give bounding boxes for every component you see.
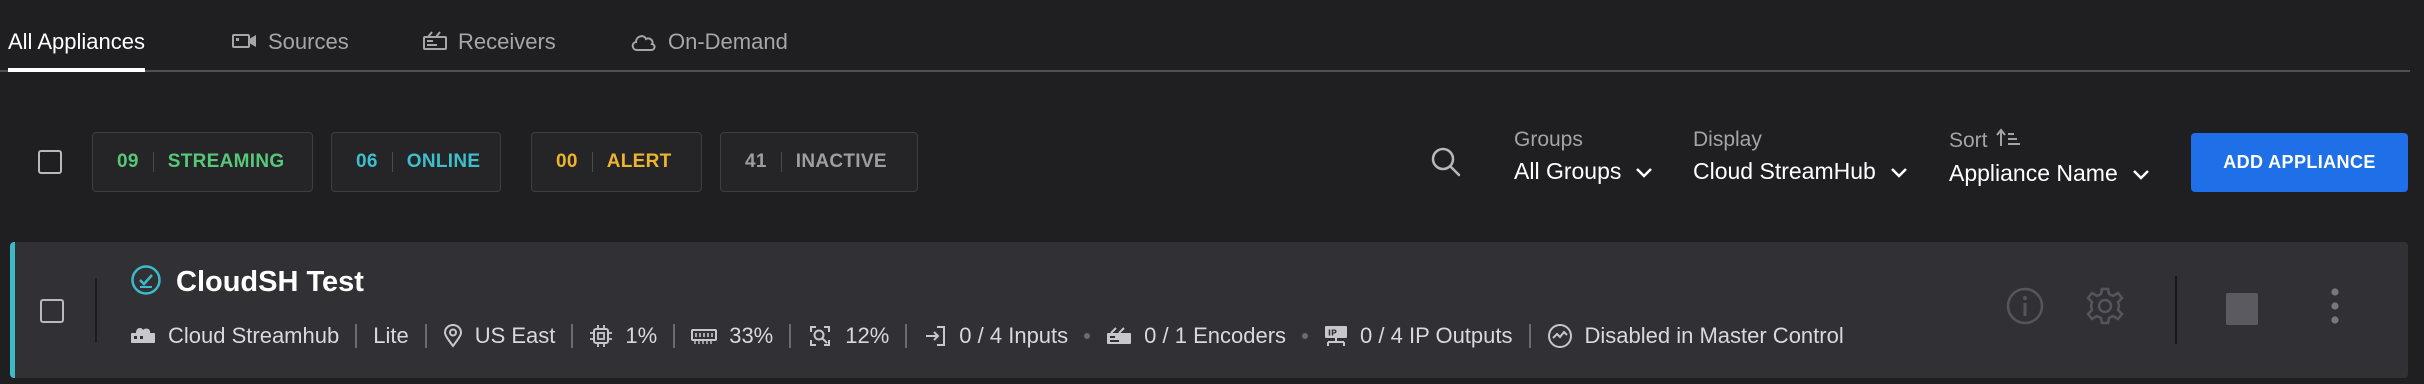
inputs-count: 0 / 4 Inputs bbox=[959, 323, 1069, 348]
divider bbox=[2175, 276, 2177, 344]
separator bbox=[424, 324, 427, 348]
separator bbox=[789, 324, 792, 348]
chip-count: 06 bbox=[356, 151, 378, 172]
separator bbox=[1528, 324, 1531, 348]
cpu-icon bbox=[589, 324, 613, 348]
ip-outputs-count: 0 / 4 IP Outputs bbox=[1360, 323, 1513, 348]
appliance-name[interactable]: CloudSH Test bbox=[176, 266, 364, 299]
cpu-usage: 1% bbox=[625, 323, 658, 348]
streamhub-icon bbox=[130, 326, 156, 346]
groups-dropdown[interactable]: Groups All Groups bbox=[1514, 128, 1653, 185]
display-dropdown[interactable]: Display Cloud StreamHub bbox=[1693, 128, 1908, 185]
chevron-down-icon bbox=[2132, 160, 2150, 187]
tab-label: All Appliances bbox=[8, 29, 145, 54]
display-value: Cloud StreamHub bbox=[1693, 158, 1876, 184]
separator bbox=[673, 324, 676, 348]
chip-count: 09 bbox=[117, 151, 139, 172]
receivers-icon bbox=[422, 31, 448, 53]
info-icon[interactable] bbox=[2005, 286, 2045, 331]
encoder-icon bbox=[1106, 326, 1132, 346]
tab-label: On-Demand bbox=[668, 29, 788, 54]
select-all-checkbox[interactable] bbox=[38, 150, 62, 174]
status-accent-bar bbox=[10, 242, 15, 378]
chevron-down-icon bbox=[1635, 158, 1653, 185]
appliance-row[interactable]: CloudSH Test Cloud Streamhub Lite US Eas… bbox=[10, 242, 2408, 378]
location-pin-icon bbox=[443, 324, 463, 348]
master-control-status: Disabled in Master Control bbox=[1584, 323, 1844, 348]
tab-all-appliances[interactable]: All Appliances bbox=[8, 14, 145, 72]
sort-dropdown[interactable]: Sort Appliance Name bbox=[1949, 128, 2150, 187]
memory-usage: 33% bbox=[729, 323, 774, 348]
status-chip-streaming[interactable]: 09 STREAMING bbox=[92, 132, 313, 192]
sort-value: Appliance Name bbox=[1949, 160, 2118, 186]
status-chip-inactive[interactable]: 41 INACTIVE bbox=[720, 132, 918, 192]
stop-icon[interactable] bbox=[2226, 293, 2258, 330]
appliance-type: Cloud Streamhub bbox=[168, 323, 340, 348]
separator-dot bbox=[1302, 333, 1309, 339]
appliance-region: US East bbox=[474, 323, 556, 348]
tab-sources[interactable]: Sources bbox=[232, 14, 349, 70]
sources-icon bbox=[232, 31, 258, 53]
search-icon[interactable] bbox=[1430, 146, 1462, 178]
chip-label: ALERT bbox=[606, 151, 672, 172]
appliance-meta: Cloud Streamhub Lite US East 1% 33% 12% … bbox=[130, 320, 1844, 352]
master-control-icon bbox=[1547, 323, 1573, 349]
appliance-edition: Lite bbox=[373, 323, 409, 348]
status-chip-alert[interactable]: 00 ALERT bbox=[531, 132, 702, 192]
tab-receivers[interactable]: Receivers bbox=[422, 14, 556, 70]
ip-output-icon: IP bbox=[1324, 324, 1348, 348]
cloud-icon bbox=[630, 31, 658, 53]
row-checkbox[interactable] bbox=[40, 299, 64, 323]
tab-label: Receivers bbox=[458, 29, 556, 54]
status-chip-online[interactable]: 06 ONLINE bbox=[331, 132, 501, 192]
memory-icon bbox=[691, 327, 718, 345]
groups-caption: Groups bbox=[1514, 128, 1583, 151]
chevron-down-icon bbox=[1890, 158, 1908, 185]
encoders-count: 0 / 1 Encoders bbox=[1144, 323, 1287, 348]
tab-label: Sources bbox=[268, 29, 349, 54]
tab-on-demand[interactable]: On-Demand bbox=[630, 14, 788, 70]
chip-count: 41 bbox=[745, 151, 767, 172]
chip-count: 00 bbox=[556, 151, 578, 172]
sort-ascending-icon bbox=[1995, 128, 2022, 154]
groups-value: All Groups bbox=[1514, 158, 1622, 184]
separator bbox=[571, 324, 574, 348]
separator bbox=[355, 324, 358, 348]
online-status-icon bbox=[130, 264, 162, 301]
sort-caption: Sort bbox=[1949, 129, 1988, 152]
input-icon bbox=[923, 324, 947, 348]
settings-gear-icon[interactable] bbox=[2085, 286, 2125, 331]
display-caption: Display bbox=[1693, 128, 1762, 151]
separator-dot bbox=[1084, 333, 1091, 339]
svg-text:IP: IP bbox=[1328, 329, 1337, 338]
chip-label: STREAMING bbox=[167, 151, 285, 172]
separator bbox=[905, 324, 908, 348]
chip-label: INACTIVE bbox=[795, 151, 887, 172]
chip-label: ONLINE bbox=[406, 151, 481, 172]
gpu-usage: 12% bbox=[845, 323, 890, 348]
gpu-icon bbox=[807, 323, 833, 349]
more-options-icon[interactable] bbox=[2329, 286, 2341, 331]
tab-bar: All Appliances Sources Receivers On-Dema… bbox=[0, 0, 2410, 72]
divider bbox=[95, 278, 97, 342]
add-appliance-button[interactable]: ADD APPLIANCE bbox=[2191, 133, 2408, 192]
